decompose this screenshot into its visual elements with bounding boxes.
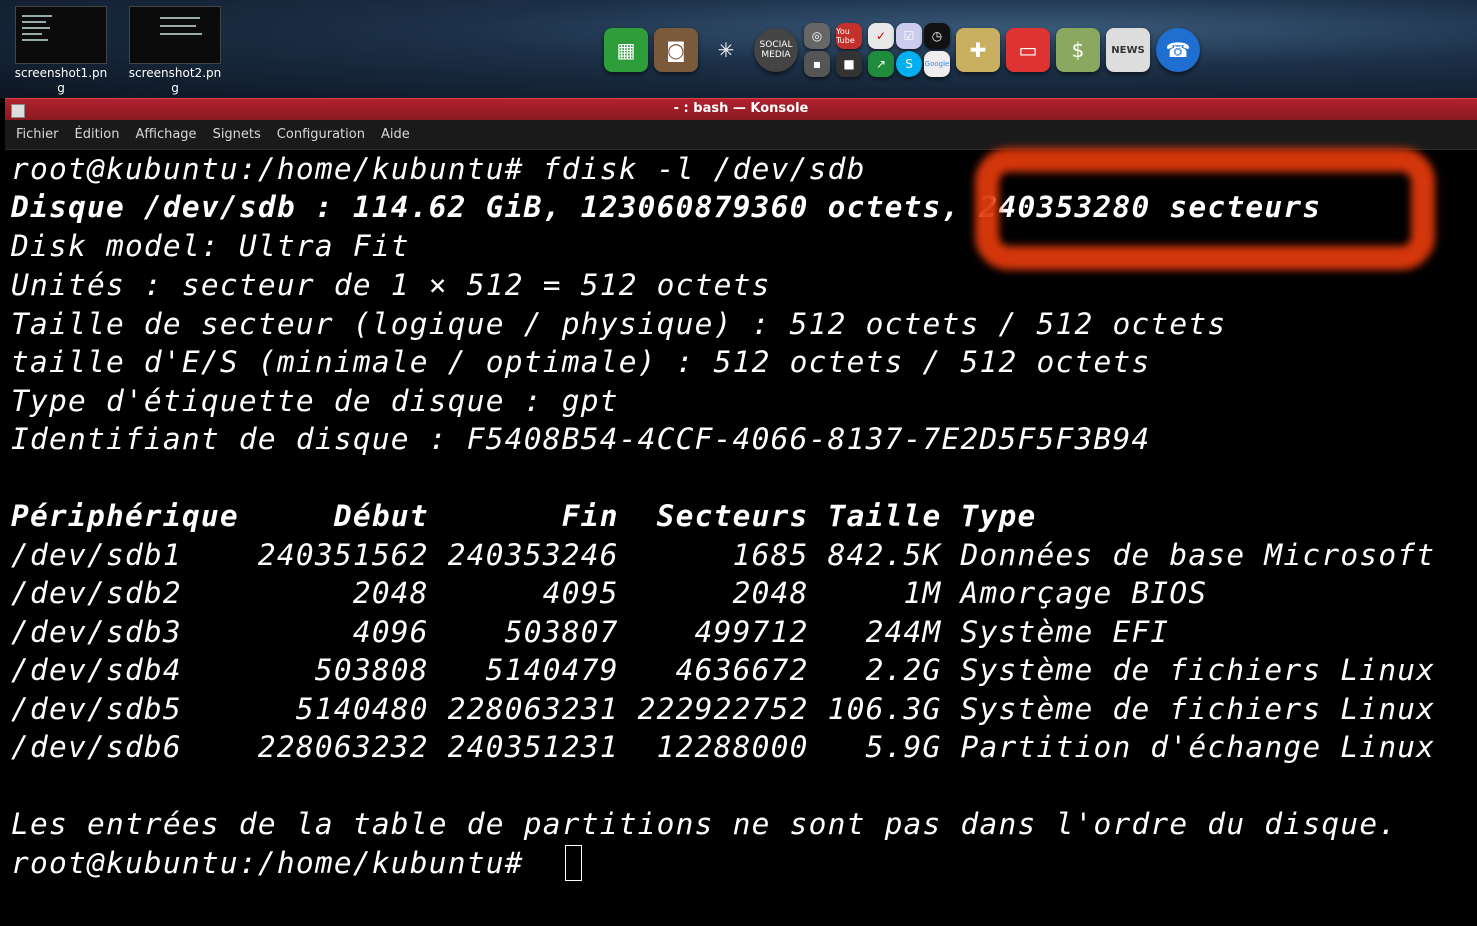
phone-icon[interactable]: ☎ (1156, 28, 1200, 72)
menu-configuration[interactable]: Configuration (269, 127, 373, 142)
terminal-line: /dev/sdb1 240351562 240353246 1685 842.5… (11, 538, 1436, 572)
terminal-line: /dev/sdb6 228063232 240351231 12288000 5… (11, 730, 1436, 764)
spreadsheet-icon[interactable]: ▦ (604, 28, 648, 72)
clock-icon[interactable]: ◷ (924, 23, 950, 49)
desktop-file-screenshot1[interactable]: screenshot1.pn g (6, 6, 116, 96)
social-media-label: SOCIAL MEDIA (759, 40, 793, 60)
terminal-line: Unités : secteur de 1 × 512 = 512 octets (11, 268, 771, 302)
cs-app-icon[interactable]: ✓ (868, 23, 894, 49)
terminal-line: root@kubuntu:/home/kubuntu# fdisk -l /de… (11, 152, 866, 186)
terminal-line: /dev/sdb4 503808 5140479 4636672 2.2G Sy… (11, 653, 1436, 687)
terminal-line: /dev/sdb5 5140480 228063231 222922752 10… (11, 692, 1436, 726)
check-icon[interactable]: ☑ (896, 23, 922, 49)
menu-signets[interactable]: Signets (205, 127, 269, 142)
youtube-icon[interactable]: You Tube (836, 23, 862, 49)
terminal-line: Disk model: Ultra Fit (11, 229, 410, 263)
terminal-line: /dev/sdb2 2048 4095 2048 1M Amorçage BIO… (11, 576, 1208, 610)
file-label-line1: screenshot1.pn (14, 66, 108, 80)
youtube-label: You Tube (836, 27, 855, 45)
file-thumbnail (129, 6, 221, 64)
menu-affichage[interactable]: Affichage (127, 127, 204, 142)
usb-icon[interactable]: ▭ (1006, 28, 1050, 72)
spiderweb-icon[interactable]: ✳ (704, 28, 748, 72)
news-label: NEWS (1111, 44, 1145, 56)
google-label: Google (924, 60, 950, 68)
window-title: - : bash — Konsole (673, 101, 809, 116)
window-titlebar[interactable]: - : bash — Konsole (5, 98, 1477, 121)
menu-aide[interactable]: Aide (373, 127, 418, 142)
terminal-line: /dev/sdb3 4096 503807 499712 244M Systèm… (11, 615, 1170, 649)
desktop-file-screenshot2[interactable]: screenshot2.pn g (120, 6, 230, 96)
terminal-line: Type d'étiquette de disque : gpt (11, 384, 619, 418)
menu-edition[interactable]: Édition (67, 127, 128, 142)
file-label-line2: g (57, 81, 65, 95)
tape-recorder-icon[interactable]: ◎ (804, 23, 830, 49)
terminal-cursor (565, 845, 582, 881)
dock: ▦ ◙ ✳ SOCIAL MEDIA ◎ ▪ You Tube ■ ✓ ☑ ◷ … (604, 20, 1200, 80)
google-icon[interactable]: Google (924, 51, 950, 77)
money-icon[interactable]: $ (1056, 28, 1100, 72)
gamepad-icon[interactable]: ✚ (956, 28, 1000, 72)
desktop-background: screenshot1.pn g screenshot2.pn g ▦ ◙ ✳ … (0, 0, 1477, 98)
file-label-line2: g (171, 81, 179, 95)
menu-bar: Fichier Édition Affichage Signets Config… (5, 120, 1477, 150)
terminal-line: root@kubuntu:/home/kubuntu# (11, 846, 543, 880)
terminal-line: taille d'E/S (minimale / optimale) : 512… (11, 345, 1151, 379)
news-icon[interactable]: NEWS (1106, 28, 1150, 72)
chart-app-icon[interactable]: ↗ (868, 51, 894, 77)
file-thumbnail (15, 6, 107, 64)
annotation-highlight (975, 148, 1435, 270)
menu-fichier[interactable]: Fichier (5, 127, 67, 142)
social-media-icon[interactable]: SOCIAL MEDIA (754, 28, 798, 72)
terminal-line: Périphérique Début Fin Secteurs Taille T… (11, 499, 1037, 533)
box-icon[interactable]: ■ (836, 51, 862, 77)
speaker-icon[interactable]: ▪ (804, 51, 830, 77)
radio-icon[interactable]: ◙ (654, 28, 698, 72)
terminal-line: Les entrées de la table de partitions ne… (11, 807, 1398, 841)
terminal-line: Taille de secteur (logique / physique) :… (11, 307, 1227, 341)
file-label-line1: screenshot2.pn (128, 66, 222, 80)
terminal-line: Identifiant de disque : F5408B54-4CCF-40… (11, 422, 1151, 456)
skype-icon[interactable]: S (896, 51, 922, 77)
